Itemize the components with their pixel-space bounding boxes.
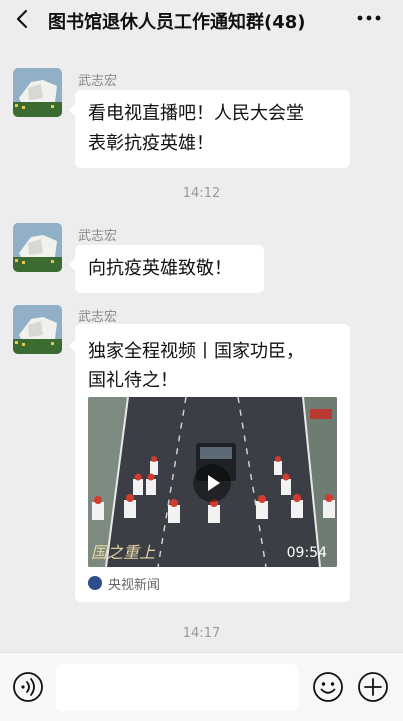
message-bubble[interactable]: 看电视直播吧！人民大会堂 表彰抗疫英雄！ — [69, 90, 350, 168]
sender-name: 武志宏 — [78, 74, 118, 89]
video-thumbnail[interactable]: 国之重上 09:54 — [88, 397, 337, 567]
message-text: 向抗疫英雄致敬！ — [88, 258, 232, 279]
chat-header: 图书馆退休人员工作通知群(48) — [0, 0, 403, 40]
card-title-line: 国礼待之！ — [88, 370, 178, 391]
source-label: 央视新闻 — [108, 577, 161, 593]
message-bubble[interactable]: 向抗疫英雄致敬！ — [69, 245, 264, 293]
avatar[interactable] — [13, 68, 62, 117]
timestamp: 14:17 — [182, 626, 221, 641]
card-source: 央视新闻 — [88, 575, 161, 593]
avatar[interactable] — [13, 223, 62, 272]
card-title-line: 独家全程视频丨国家功臣， — [88, 341, 304, 362]
emoji-icon[interactable] — [312, 671, 344, 703]
video-link-card[interactable]: 独家全程视频丨国家功臣， 国礼待之！ 国之重上 09:54 央视新闻 — [69, 324, 350, 602]
timestamp: 14:12 — [182, 186, 221, 201]
message-text-line: 看电视直播吧！人民大会堂 — [88, 103, 304, 124]
chat-title: 图书馆退休人员工作通知群(48) — [48, 12, 306, 33]
sender-name: 武志宏 — [78, 310, 118, 325]
play-icon[interactable] — [193, 464, 231, 502]
avatar[interactable] — [13, 305, 62, 354]
more-dots-icon[interactable] — [356, 10, 382, 26]
message-text-line: 表彰抗疫英雄！ — [88, 133, 214, 154]
plus-icon[interactable] — [357, 671, 389, 703]
chevron-left-icon[interactable] — [12, 8, 34, 30]
chat-input-bar — [0, 652, 403, 721]
cctv-news-icon — [88, 576, 102, 590]
voice-icon[interactable] — [12, 671, 44, 703]
sender-name: 武志宏 — [78, 229, 118, 244]
brand-watermark: 国之重上 — [91, 543, 156, 562]
message-input[interactable] — [56, 664, 298, 711]
video-duration: 09:54 — [286, 545, 327, 561]
card-title: 独家全程视频丨国家功臣， 国礼待之！ — [88, 337, 338, 395]
